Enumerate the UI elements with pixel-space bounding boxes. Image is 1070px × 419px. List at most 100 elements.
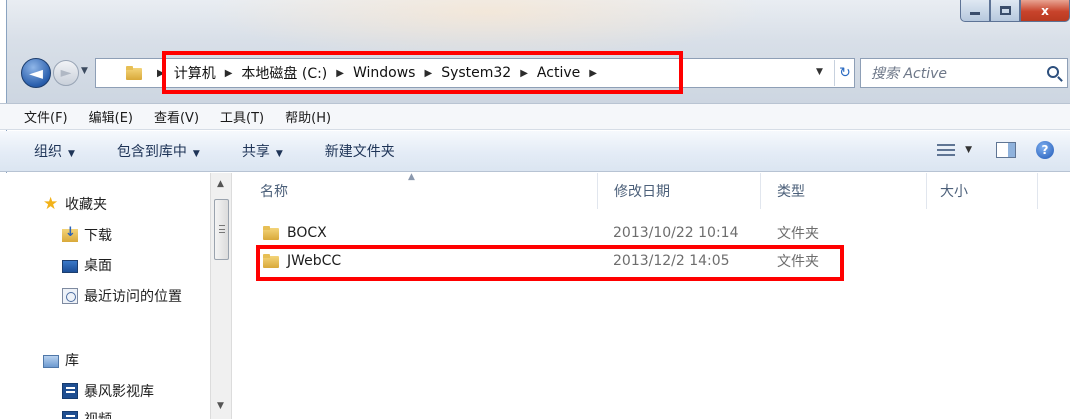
library-icon <box>43 354 59 368</box>
chevron-right-icon[interactable]: ▶ <box>336 68 344 79</box>
chevron-right-icon[interactable]: ▶ <box>520 68 528 79</box>
menu-tools[interactable]: 工具(T) <box>220 107 264 126</box>
navigation-pane: ★ 收藏夹 下载 桌面 最近访问的位置 库 暴风影视库 视频 ▲ ▼ <box>0 173 232 419</box>
column-header-size[interactable]: 大小 <box>928 173 1038 209</box>
star-icon: ★ <box>43 194 59 214</box>
menu-help[interactable]: 帮助(H) <box>285 107 331 126</box>
back-button[interactable]: ◄ <box>21 58 51 88</box>
sidebar-item-label: 暴风影视库 <box>84 384 154 400</box>
download-folder-icon <box>62 225 78 243</box>
scroll-up-icon[interactable]: ▲ <box>217 179 224 189</box>
menu-view[interactable]: 查看(V) <box>154 107 199 126</box>
sidebar-item-desktop[interactable]: 桌面 <box>62 255 112 275</box>
include-library-label: 包含到库中 <box>116 144 187 160</box>
video-library-icon <box>62 383 78 399</box>
organize-label: 组织 <box>34 144 62 160</box>
organize-button[interactable]: 组织 ▼ <box>34 141 75 161</box>
close-button[interactable]: x <box>1020 0 1070 22</box>
sidebar-item-libraries[interactable]: 库 <box>43 350 79 370</box>
chevron-right-icon[interactable]: ▶ <box>225 68 233 79</box>
sidebar-scrollbar[interactable]: ▲ ▼ <box>210 173 232 419</box>
column-header-date[interactable]: 修改日期 <box>599 173 761 209</box>
file-date: 2013/10/22 10:14 <box>613 225 739 241</box>
search-input[interactable]: 搜索 Active <box>871 63 947 83</box>
maximize-icon <box>999 6 1011 15</box>
file-type: 文件夹 <box>777 226 819 242</box>
minimize-icon <box>970 12 980 15</box>
chevron-right-icon[interactable]: ▶ <box>589 68 597 79</box>
sidebar-item-label: 库 <box>65 353 79 369</box>
preview-pane-icon[interactable] <box>996 142 1016 158</box>
file-type: 文件夹 <box>777 254 819 270</box>
file-name-cell: BOCX <box>263 225 327 241</box>
chevron-down-icon: ▼ <box>192 149 200 159</box>
file-name-cell: JWebCC <box>263 253 341 269</box>
file-list: ▲ 名称 修改日期 类型 大小 BOCX 2013/10/22 10:14 文件… <box>233 172 1070 419</box>
column-header-type[interactable]: 类型 <box>762 173 927 209</box>
share-label: 共享 <box>241 144 270 160</box>
sidebar-item-label: 下载 <box>84 228 112 244</box>
address-bar[interactable]: ▶ 计算机 ▶ 本地磁盘 (C:) ▶ Windows ▶ System32 ▶… <box>95 58 855 88</box>
menu-edit[interactable]: 编辑(E) <box>89 107 133 126</box>
new-folder-button[interactable]: 新建文件夹 <box>325 141 395 161</box>
sidebar-item-label: 桌面 <box>84 258 112 274</box>
view-options-icon[interactable] <box>937 143 956 157</box>
chevron-right-icon[interactable]: ▶ <box>424 68 432 79</box>
navigation-row: ◄ ► ▼ ▶ 计算机 ▶ 本地磁盘 (C:) ▶ Windows ▶ Syst… <box>7 54 1070 94</box>
videos-icon <box>62 411 78 419</box>
menu-bar: 文件(F) 编辑(E) 查看(V) 工具(T) 帮助(H) <box>0 103 1070 130</box>
scrollbar-thumb[interactable] <box>214 199 229 260</box>
sidebar-item-label: 最近访问的位置 <box>84 289 182 305</box>
file-name: BOCX <box>287 225 327 241</box>
table-row[interactable]: JWebCC 2013/12/2 14:05 文件夹 <box>233 247 833 275</box>
column-label: 类型 <box>777 184 805 200</box>
chevron-down-icon: ▼ <box>68 149 75 159</box>
folder-icon <box>263 226 279 240</box>
address-history-dropdown[interactable]: ▼ <box>816 67 823 77</box>
breadcrumb: ▶ 计算机 ▶ 本地磁盘 (C:) ▶ Windows ▶ System32 ▶… <box>148 59 606 87</box>
sort-ascending-icon: ▲ <box>408 172 415 182</box>
column-label: 大小 <box>940 184 968 200</box>
menu-file[interactable]: 文件(F) <box>24 107 68 126</box>
chevron-down-icon: ▼ <box>275 149 283 159</box>
breadcrumb-local-disk[interactable]: 本地磁盘 (C:) <box>241 63 327 83</box>
desktop-icon <box>62 259 78 273</box>
column-label: 修改日期 <box>614 184 670 200</box>
share-button[interactable]: 共享 ▼ <box>242 141 283 161</box>
chevron-right-icon[interactable]: ▶ <box>157 68 165 79</box>
sidebar-item-recent[interactable]: 最近访问的位置 <box>62 286 182 306</box>
column-label: 名称 <box>260 184 288 200</box>
sidebar-item-videos[interactable]: 视频 <box>62 409 112 419</box>
breadcrumb-active[interactable]: Active <box>537 65 580 81</box>
sidebar-item-favorites[interactable]: ★ 收藏夹 <box>43 194 107 214</box>
folder-icon <box>263 254 279 268</box>
column-header-name[interactable]: ▲ 名称 <box>233 172 598 209</box>
table-row[interactable]: BOCX 2013/10/22 10:14 文件夹 <box>233 219 833 247</box>
folder-icon <box>126 66 142 80</box>
grip-icon <box>219 225 225 233</box>
sidebar-item-video-library[interactable]: 暴风影视库 <box>62 381 154 401</box>
minimize-button[interactable] <box>960 0 990 22</box>
file-date: 2013/12/2 14:05 <box>613 253 730 269</box>
window-controls: x <box>960 0 1070 22</box>
help-icon[interactable]: ? <box>1036 141 1054 159</box>
command-bar: 组织 ▼ 包含到库中 ▼ 共享 ▼ 新建文件夹 ▼ ? <box>0 131 1070 172</box>
refresh-icon[interactable]: ↻ <box>834 60 855 86</box>
breadcrumb-windows[interactable]: Windows <box>353 65 416 81</box>
scroll-down-icon[interactable]: ▼ <box>217 401 224 411</box>
maximize-button[interactable] <box>990 0 1020 22</box>
include-library-button[interactable]: 包含到库中 ▼ <box>117 141 200 161</box>
view-controls: ▼ ? <box>937 141 1054 159</box>
breadcrumb-system32[interactable]: System32 <box>441 65 511 81</box>
forward-button[interactable]: ► <box>53 60 79 86</box>
search-box[interactable]: 搜索 Active <box>860 58 1068 88</box>
sidebar-item-label: 收藏夹 <box>65 197 107 213</box>
sidebar-item-label: 视频 <box>84 409 112 419</box>
recent-pages-dropdown[interactable]: ▼ <box>81 66 88 76</box>
sidebar-item-downloads[interactable]: 下载 <box>62 225 112 245</box>
view-dropdown[interactable]: ▼ <box>965 145 972 155</box>
file-name: JWebCC <box>287 253 342 269</box>
search-icon[interactable] <box>1047 66 1059 78</box>
recent-places-icon <box>62 288 78 304</box>
breadcrumb-computer[interactable]: 计算机 <box>174 63 216 83</box>
